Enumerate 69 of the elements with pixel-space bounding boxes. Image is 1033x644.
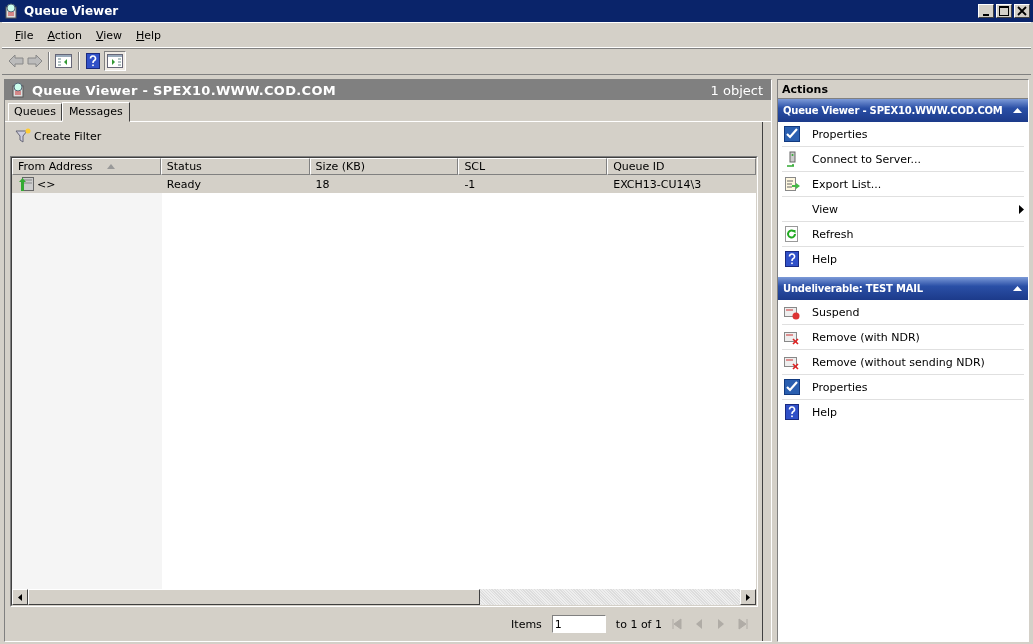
remove-message-icon [784, 354, 800, 370]
queue-viewer-icon [4, 3, 20, 19]
table-cell: EXCH13-CU14\3 [613, 177, 702, 191]
export-list-icon [784, 176, 800, 192]
task-link[interactable]: Help [782, 247, 1024, 271]
table-cell: 18 [315, 177, 330, 191]
scrollbar-thumb[interactable] [28, 589, 480, 605]
menu-item[interactable]: File [8, 26, 41, 44]
items-label: Items [511, 617, 542, 631]
tab[interactable]: Messages [61, 102, 130, 122]
submenu-arrow-icon [1019, 204, 1024, 214]
object-count: 1 object [710, 82, 763, 98]
range-label: to 1 of 1 [615, 617, 662, 631]
help-icon [784, 404, 800, 420]
close-button[interactable] [1014, 4, 1030, 18]
task-link[interactable]: Connect to Server... [782, 147, 1024, 172]
column-header[interactable]: SCL [458, 158, 608, 175]
task-link[interactable]: Help [782, 400, 1024, 424]
filter-icon [15, 128, 31, 144]
remove-message-icon [784, 329, 800, 345]
task-link[interactable]: Remove (with NDR) [782, 325, 1024, 350]
minimize-icon [983, 13, 989, 16]
column-header[interactable]: Status [160, 158, 310, 175]
section-header[interactable]: Queue Viewer - SPEX10.WWW.COD.COM [778, 99, 1028, 122]
horizontal-scrollbar[interactable] [12, 589, 756, 605]
table-cell: Ready [166, 177, 201, 191]
task-link[interactable]: Suspend [782, 300, 1024, 325]
window-title: Queue Viewer [24, 4, 120, 18]
tab[interactable]: Queues [8, 103, 62, 121]
task-link[interactable]: Refresh [782, 222, 1024, 247]
suspend-message-icon [784, 304, 800, 320]
section-header[interactable]: Undeliverable: TEST MAIL [778, 277, 1028, 300]
collapse-icon[interactable] [1013, 286, 1022, 291]
checkmark-icon [784, 379, 800, 395]
menu-item[interactable]: Help [129, 26, 169, 44]
help-icon[interactable] [85, 53, 101, 69]
checkmark-icon [784, 126, 800, 142]
task-link[interactable]: Export List... [782, 172, 1024, 197]
scroll-right-button[interactable] [740, 589, 756, 605]
menu-item[interactable]: Action [40, 26, 89, 44]
menu-item[interactable]: View [88, 26, 129, 44]
maximize-icon [999, 6, 1009, 16]
minimize-button[interactable] [978, 4, 994, 18]
task-link[interactable]: View [782, 197, 1024, 222]
arrow-right-icon [746, 593, 750, 601]
show-action-pane-icon[interactable] [104, 51, 126, 71]
arrow-left-icon [18, 593, 22, 601]
refresh-icon [784, 226, 800, 242]
table-cell: <> [37, 177, 56, 191]
collapse-icon[interactable] [1013, 108, 1022, 113]
create-filter-button[interactable]: Create Filter [13, 126, 104, 146]
message-icon [18, 176, 34, 192]
pane-title: Queue Viewer - SPEX10.WWW.COD.COM [32, 82, 337, 98]
table-cell: -1 [464, 177, 476, 191]
task-link[interactable]: Properties [782, 375, 1024, 400]
column-header[interactable]: Queue ID [607, 158, 756, 175]
task-link[interactable]: Remove (without sending NDR) [782, 350, 1024, 375]
items-field[interactable]: 1 [551, 615, 606, 633]
show-hide-tree-icon[interactable] [55, 53, 73, 69]
column-header[interactable]: Size (KB) [309, 158, 459, 175]
table-row[interactable]: <> Ready 18 -1 EXCH13-CU14\3 [12, 175, 756, 193]
scroll-left-button[interactable] [12, 589, 28, 605]
help-icon [784, 251, 800, 267]
close-icon [1017, 6, 1027, 16]
column-header[interactable]: From Address [12, 158, 161, 175]
task-link[interactable]: Properties [782, 122, 1024, 147]
queue-viewer-icon [11, 82, 27, 98]
maximize-button[interactable] [996, 4, 1012, 18]
actions-title: Actions [778, 80, 1028, 99]
